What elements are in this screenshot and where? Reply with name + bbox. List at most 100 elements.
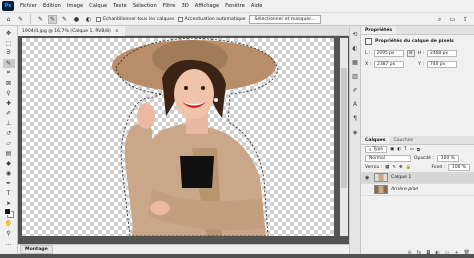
layer-row-arriere-plan[interactable]: Arrière-plan: [361, 184, 474, 196]
new-layer-icon[interactable]: +: [454, 250, 458, 258]
group-icon[interactable]: ▭: [445, 250, 450, 258]
pen-tool-icon[interactable]: ✒: [3, 179, 15, 188]
menu-image[interactable]: Image: [64, 3, 86, 9]
menu-3d[interactable]: 3D: [179, 3, 192, 9]
tab-couches[interactable]: Couches: [389, 137, 417, 144]
history-icon[interactable]: ⟲: [352, 30, 357, 39]
opacity-label: Opacité :: [414, 156, 434, 161]
color-icon[interactable]: ▦: [352, 58, 358, 67]
width-field[interactable]: 2095 px: [373, 50, 404, 57]
checkbox-icon[interactable]: [177, 16, 183, 22]
document-tab[interactable]: 1904/4.jpg @ 16,7% (Calque 1, RVB/8) ×: [18, 26, 125, 36]
width-label: L :: [365, 51, 371, 56]
blur-tool-icon[interactable]: ◆: [3, 159, 15, 168]
eyedropper-tool-icon[interactable]: ⚲: [3, 89, 15, 98]
lock-position-icon[interactable]: ✥: [399, 165, 403, 170]
healing-brush-tool-icon[interactable]: ✚: [3, 99, 15, 108]
add-mask-icon[interactable]: ◘: [426, 250, 430, 258]
layer-row-calque-1[interactable]: ◉ Calque 1: [361, 172, 474, 184]
layer-name: Calque 1: [391, 175, 412, 180]
right-panels: Propriétés Propriétés du calque de pixel…: [361, 26, 474, 256]
tab-properties[interactable]: Propriétés: [361, 27, 397, 34]
hand-tool-icon[interactable]: ✋: [3, 219, 15, 228]
eraser-tool-icon[interactable]: ▱: [3, 139, 15, 148]
dodge-tool-icon[interactable]: ◉: [3, 169, 15, 178]
menu-texte[interactable]: Texte: [110, 3, 130, 9]
opacity-field[interactable]: 100 %: [436, 155, 459, 162]
layer-filter-dropdown[interactable]: ⌕ Type: [365, 146, 387, 153]
checkbox-icon[interactable]: [96, 16, 101, 22]
marquee-tool-icon[interactable]: ⬚: [3, 39, 15, 48]
swatches-icon[interactable]: ▥: [352, 72, 358, 81]
workspace-icon[interactable]: ▭: [448, 15, 457, 24]
fx-icon[interactable]: fx: [417, 250, 422, 258]
foreground-color-swatch[interactable]: [4, 208, 11, 215]
link-layers-icon[interactable]: ⊖: [407, 250, 411, 258]
adjustments-icon[interactable]: ◐: [352, 44, 357, 53]
select-and-mask-button[interactable]: Sélectionner et masquer...: [248, 14, 322, 24]
document-canvas[interactable]: [22, 38, 334, 236]
lock-paint-icon[interactable]: ✎: [392, 165, 396, 170]
menu-edition[interactable]: Edition: [40, 3, 64, 9]
share-icon[interactable]: ⇪: [461, 15, 470, 24]
scrollbar-thumb[interactable]: [341, 68, 347, 188]
brush-size-icon[interactable]: ●: [72, 15, 81, 24]
path-selection-tool-icon[interactable]: ➤: [3, 199, 15, 208]
crop-tool-icon[interactable]: ⌗: [3, 69, 15, 78]
link-icon[interactable]: ⊖: [406, 50, 415, 57]
menu-fichier[interactable]: Fichier: [17, 3, 40, 9]
fill-field[interactable]: 100 %: [448, 164, 470, 171]
history-brush-tool-icon[interactable]: ↺: [3, 129, 15, 138]
lasso-tool-icon[interactable]: ᘐ: [3, 49, 15, 58]
type-tool-icon[interactable]: T: [3, 189, 15, 198]
montage-tab[interactable]: Montage: [20, 245, 53, 254]
home-icon[interactable]: ⌂: [4, 15, 13, 24]
menu-affichage[interactable]: Affichage: [192, 3, 222, 9]
brush-angle-icon[interactable]: ◐: [84, 15, 93, 24]
filter-adjustment-icon[interactable]: ◐: [397, 147, 401, 152]
menu-filtre[interactable]: Filtre: [160, 3, 179, 9]
filter-type-icon[interactable]: T: [404, 147, 407, 152]
clone-stamp-tool-icon[interactable]: ⊥: [3, 119, 15, 128]
blend-mode-dropdown[interactable]: Normal: [365, 155, 411, 162]
move-tool-icon[interactable]: ✥: [3, 29, 15, 38]
lock-pixels-icon[interactable]: ▦: [385, 165, 389, 170]
vertical-scrollbar[interactable]: [340, 38, 348, 236]
close-tab-icon[interactable]: ×: [115, 29, 119, 34]
adjustment-layer-icon[interactable]: ◐: [435, 250, 439, 258]
position-row: X : 2387 px Y : 740 px: [361, 59, 474, 70]
new-selection-icon[interactable]: ✎: [36, 15, 45, 24]
blend-row: Normal Opacité : 100 %: [361, 154, 474, 163]
quick-selection-tool-icon[interactable]: ✎: [2, 59, 15, 68]
menu-fenetre[interactable]: Fenêtre: [222, 3, 248, 9]
filter-smart-icon[interactable]: ⧉: [417, 147, 420, 153]
sample-all-layers-checkbox[interactable]: Echantillonner tous les calques: [96, 16, 175, 22]
3d-icon[interactable]: ◈: [353, 128, 358, 137]
gradient-tool-icon[interactable]: ▤: [3, 149, 15, 158]
trash-icon[interactable]: 🗑: [464, 250, 470, 258]
tab-calques[interactable]: Calques: [361, 137, 390, 144]
visibility-eye-icon[interactable]: ◉: [365, 175, 371, 181]
height-field[interactable]: 2468 px: [427, 50, 458, 57]
quick-select-tool-icon[interactable]: ✎: [16, 15, 25, 24]
more-tools-icon[interactable]: …: [3, 239, 15, 248]
document-tab-title: 1904/4.jpg @ 16,7% (Calque 1, RVB/8): [22, 28, 111, 34]
lock-all-icon[interactable]: 🔒: [406, 165, 411, 170]
y-field[interactable]: 740 px: [426, 61, 457, 68]
frame-tool-icon[interactable]: ⊠: [3, 79, 15, 88]
filter-shape-icon[interactable]: ▭: [410, 147, 414, 152]
menu-aide[interactable]: Aide: [248, 3, 265, 9]
x-field[interactable]: 2387 px: [374, 61, 405, 68]
brushes-icon[interactable]: ✐: [352, 86, 357, 95]
brush-tool-icon[interactable]: ✐: [3, 109, 15, 118]
filter-pixel-icon[interactable]: ▣: [390, 147, 394, 152]
subtract-selection-icon[interactable]: ✎: [60, 15, 69, 24]
add-to-selection-icon[interactable]: ✎: [48, 14, 57, 24]
character-icon[interactable]: A: [353, 100, 357, 109]
menu-selection[interactable]: Sélection: [130, 3, 160, 9]
menu-calque[interactable]: Calque: [86, 3, 110, 9]
auto-enhance-checkbox[interactable]: Accentuation automatique: [177, 16, 246, 22]
search-icon[interactable]: ⌕: [435, 15, 444, 24]
zoom-tool-icon[interactable]: ⚲: [3, 229, 15, 238]
paragraph-icon[interactable]: ¶: [353, 114, 357, 123]
